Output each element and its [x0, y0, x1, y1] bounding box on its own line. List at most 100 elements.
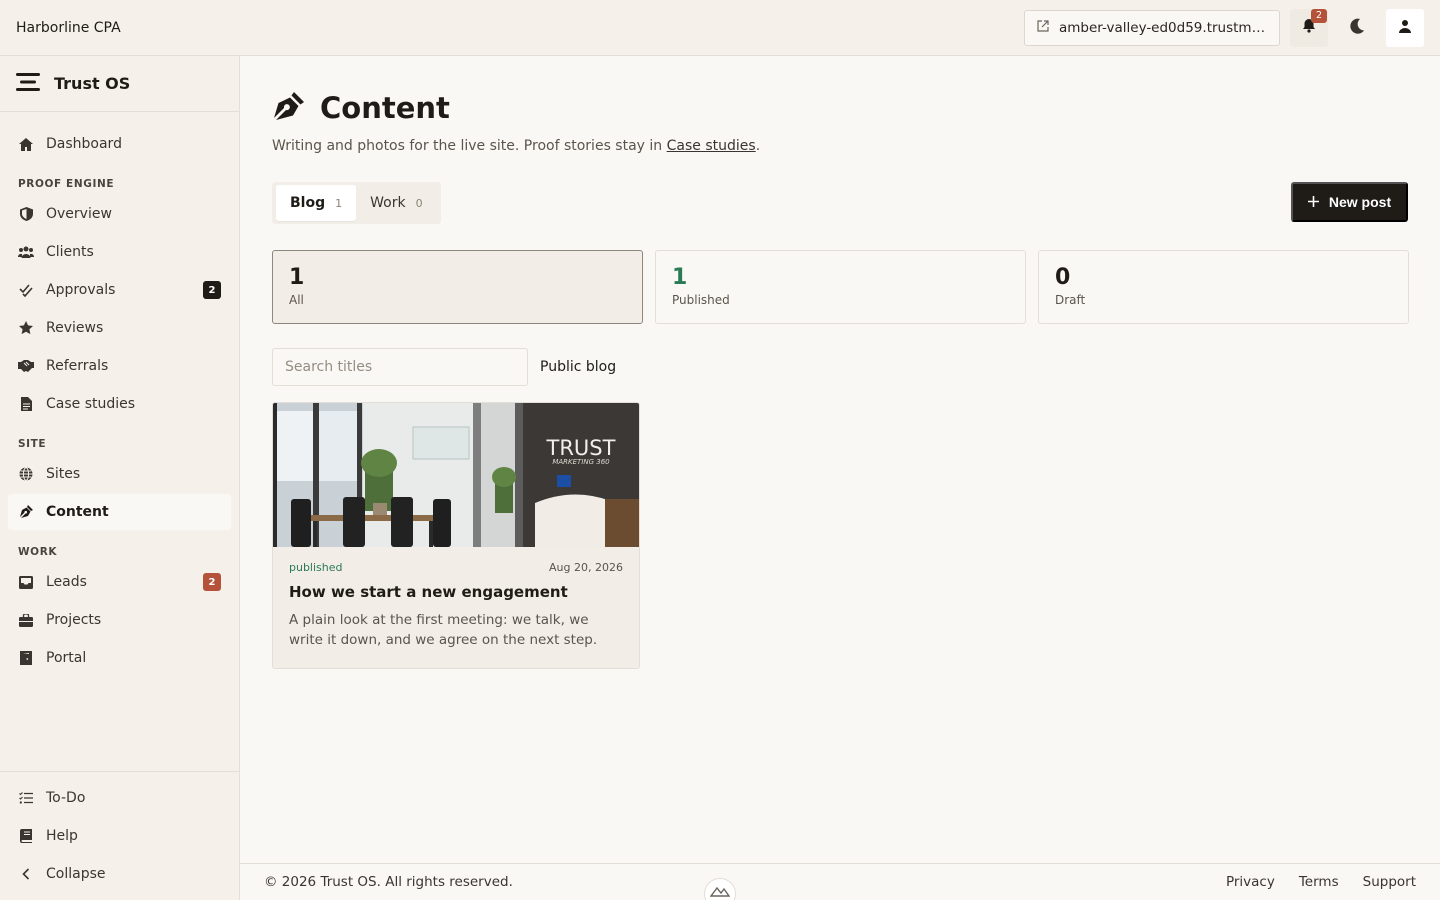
chevron-left-icon — [18, 866, 34, 882]
leads-count-badge: 2 — [203, 573, 221, 591]
sidebar-item-dashboard[interactable]: Dashboard — [8, 126, 231, 162]
post-cover-image: TRUST MARKETING 360 — [273, 403, 639, 547]
new-post-label: New post — [1328, 194, 1392, 210]
account-button[interactable] — [1386, 8, 1424, 47]
section-proof-engine: PROOF ENGINE — [18, 178, 115, 190]
plus-icon — [1307, 194, 1319, 210]
sidebar-bottom: To-Do Help Collapse — [0, 771, 239, 900]
star-icon — [18, 320, 34, 336]
check-double-icon — [18, 282, 34, 298]
section-site: SITE — [18, 438, 47, 450]
sidebar-item-sites[interactable]: Sites — [8, 456, 231, 492]
main-content: Content Writing and photos for the live … — [240, 56, 1440, 863]
subtitle-text: Writing and photos for the live site. Pr… — [272, 138, 663, 154]
tab-blog[interactable]: Blog 1 — [276, 185, 357, 221]
sidebar-item-reviews[interactable]: Reviews — [8, 310, 231, 346]
document-icon — [18, 396, 34, 412]
sidebar-item-label: Collapse — [46, 866, 106, 882]
stat-value: 1 — [289, 265, 305, 290]
stat-card-draft[interactable]: 0 Draft — [1038, 250, 1409, 324]
door-icon — [18, 650, 34, 666]
sidebar-item-leads[interactable]: Leads 2 — [8, 564, 231, 600]
briefcase-icon — [18, 612, 34, 628]
stats-filter: 1 All 1 Published 0 Draft — [272, 250, 1409, 324]
pen-nib-icon — [18, 504, 34, 520]
new-post-button[interactable]: New post — [1291, 182, 1408, 222]
sidebar-item-overview[interactable]: Overview — [8, 196, 231, 232]
globe-icon — [18, 466, 34, 482]
sidebar-item-content[interactable]: Content — [8, 494, 231, 530]
sidebar-item-label: Leads — [46, 574, 87, 590]
stat-label: Published — [672, 293, 730, 308]
tab-label: Work — [370, 195, 406, 211]
footer-link-support[interactable]: Support — [1363, 874, 1416, 890]
copyright: © 2026 Trust OS. All rights reserved. — [264, 874, 513, 890]
case-studies-link[interactable]: Case studies — [667, 138, 756, 154]
footer-link-terms[interactable]: Terms — [1299, 874, 1339, 890]
filter-row: Public blog — [272, 348, 616, 386]
sidebar-item-label: Projects — [46, 612, 102, 628]
search-titles-input[interactable] — [272, 348, 528, 386]
live-site-link[interactable]: amber-valley-ed0d59.trustmar... — [1024, 9, 1280, 46]
list-check-icon — [18, 790, 34, 806]
post-title: How we start a new engagement — [289, 583, 568, 601]
sidebar-item-case-studies[interactable]: Case studies — [8, 386, 231, 422]
sidebar-item-label: Sites — [46, 466, 81, 482]
sidebar-item-label: Help — [46, 828, 78, 844]
stat-value: 0 — [1055, 265, 1071, 290]
stat-label: All — [289, 293, 304, 308]
theme-toggle-button[interactable] — [1338, 9, 1376, 47]
handshake-icon — [18, 358, 34, 374]
sidebar-item-label: Portal — [46, 650, 87, 666]
sidebar-item-label: Overview — [46, 206, 112, 222]
cover-sign-title: TRUST — [546, 436, 616, 460]
org-name: Harborline CPA — [16, 19, 121, 36]
footer-logo — [704, 878, 736, 900]
sidebar-item-clients[interactable]: Clients — [8, 234, 231, 270]
footer-links: Privacy Terms Support — [1226, 874, 1416, 890]
page-title: Content — [320, 91, 450, 125]
users-icon — [18, 244, 34, 260]
brand-name: Trust OS — [54, 74, 131, 93]
sidebar-item-projects[interactable]: Projects — [8, 602, 231, 638]
tab-label: Blog — [290, 195, 326, 211]
sidebar-item-label: To-Do — [46, 790, 86, 806]
notifications-button[interactable]: 2 — [1290, 8, 1328, 47]
sidebar-item-label: Case studies — [46, 396, 136, 412]
sidebar-item-referrals[interactable]: Referrals — [8, 348, 231, 384]
approvals-count-badge: 2 — [203, 281, 221, 299]
post-meta: published Aug 20, 2026 — [289, 561, 623, 574]
sidebar-item-approvals[interactable]: Approvals 2 — [8, 272, 231, 308]
book-icon — [18, 828, 34, 844]
stat-label: Draft — [1055, 293, 1086, 308]
footer: © 2026 Trust OS. All rights reserved. Pr… — [240, 863, 1440, 900]
post-date: Aug 20, 2026 — [549, 561, 623, 574]
sidebar-item-portal[interactable]: Portal — [8, 640, 231, 676]
section-work: WORK — [18, 546, 58, 558]
sidebar-item-label: Content — [46, 504, 109, 520]
stat-value: 1 — [672, 265, 688, 290]
sidebar-item-label: Referrals — [46, 358, 109, 374]
footer-link-privacy[interactable]: Privacy — [1226, 874, 1275, 890]
menu-icon[interactable] — [16, 72, 40, 95]
post-card-body: published Aug 20, 2026 How we start a ne… — [273, 547, 639, 665]
sidebar-item-label: Reviews — [46, 320, 104, 336]
sidebar-item-label: Approvals — [46, 282, 116, 298]
mountain-logo-icon — [709, 885, 731, 900]
stat-card-all[interactable]: 1 All — [272, 250, 643, 324]
sidebar-item-help[interactable]: Help — [8, 818, 231, 854]
shield-icon — [18, 206, 34, 222]
page-header: Content Writing and photos for the live … — [272, 90, 760, 154]
stat-card-published[interactable]: 1 Published — [655, 250, 1026, 324]
sidebar-item-todo[interactable]: To-Do — [8, 780, 231, 816]
post-card[interactable]: TRUST MARKETING 360 published Aug 20, 20… — [272, 402, 640, 669]
inbox-icon — [18, 574, 34, 590]
tab-work[interactable]: Work 0 — [356, 185, 436, 221]
site-url: amber-valley-ed0d59.trustmar... — [1059, 19, 1267, 36]
top-bar: Harborline CPA amber-valley-ed0d59.trust… — [0, 0, 1440, 56]
subtitle-end: . — [755, 138, 761, 154]
post-excerpt: A plain look at the first meeting: we ta… — [289, 612, 598, 649]
sidebar-item-collapse[interactable]: Collapse — [8, 856, 231, 892]
sidebar-nav: Dashboard PROOF ENGINE Overview Clients … — [0, 112, 239, 676]
public-blog-link[interactable]: Public blog — [540, 359, 616, 375]
